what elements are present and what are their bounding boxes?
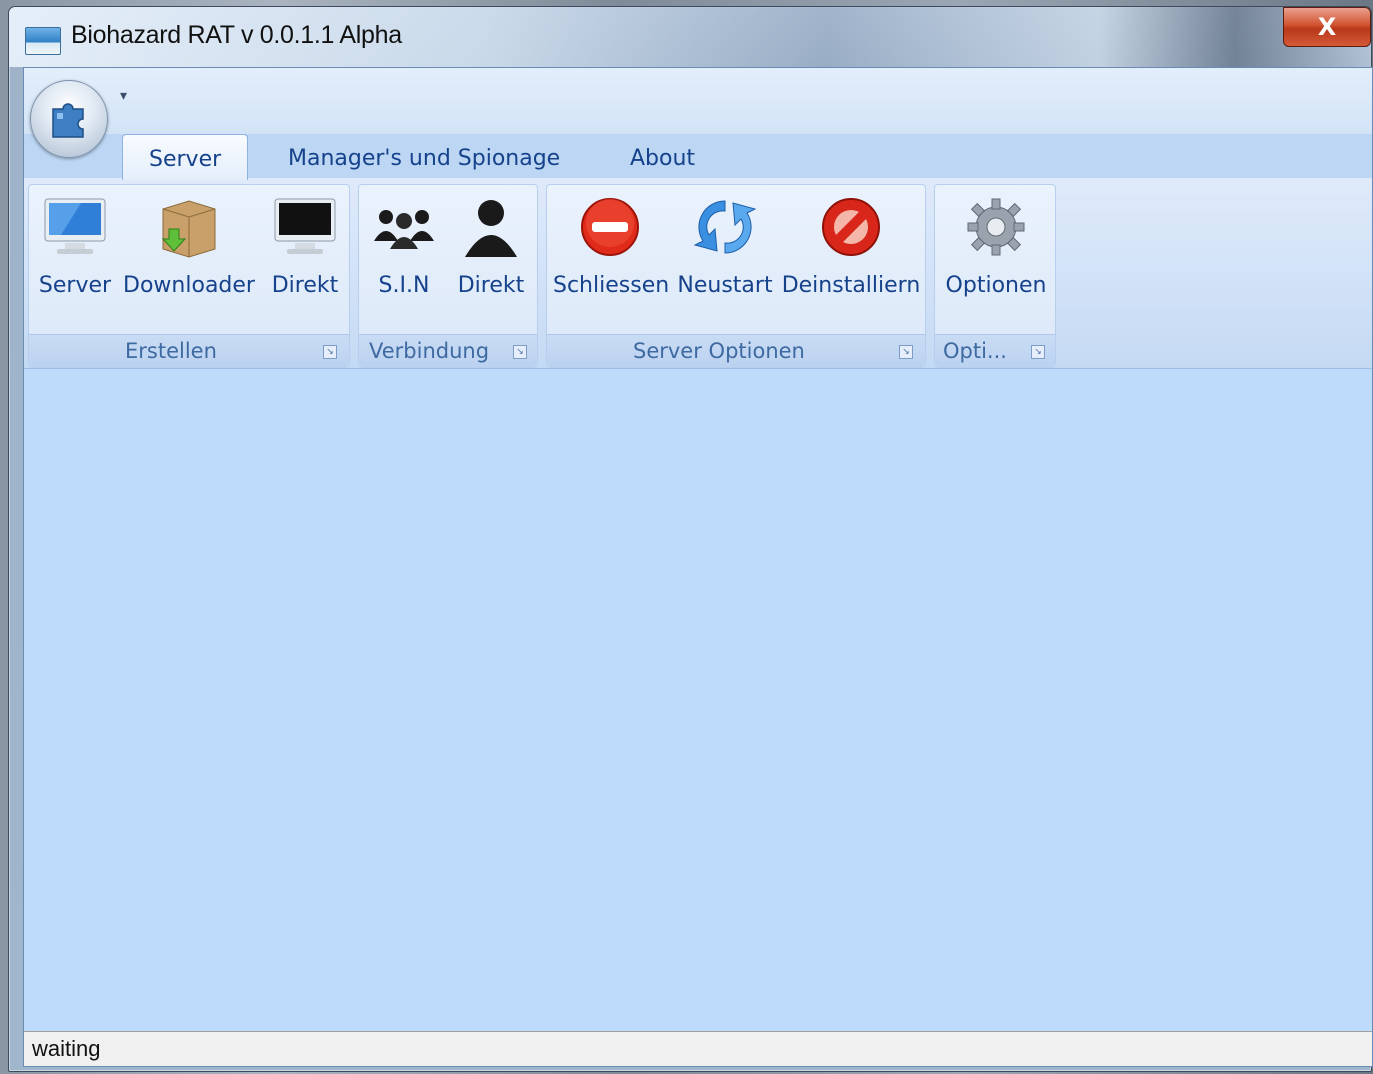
tab-managers-und-spionage[interactable]: Manager's und Spionage <box>262 134 586 178</box>
status-text: waiting <box>32 1036 101 1061</box>
server-button[interactable]: Server <box>35 185 115 333</box>
group-optionen: Optionen Opti... ↘ <box>934 184 1056 368</box>
quick-access-dropdown-icon[interactable]: ▾ <box>120 88 127 104</box>
direkt-create-button[interactable]: Direkt <box>265 185 345 333</box>
verbindung-dialog-launcher-icon[interactable]: ↘ <box>513 345 527 359</box>
users-group-icon <box>374 210 434 249</box>
ribbon-panel: Server Downloader Direkt Erstellen ↘ S.I… <box>24 178 1372 369</box>
direkt-connect-button-label: Direkt <box>457 273 525 298</box>
server-optionen-dialog-launcher-icon[interactable]: ↘ <box>899 345 913 359</box>
neustart-button-label: Neustart <box>677 273 773 298</box>
neustart-button[interactable]: Neustart <box>675 185 775 333</box>
app-icon <box>25 27 61 55</box>
user-icon <box>465 200 517 257</box>
gear-icon <box>967 198 1025 256</box>
forbidden-icon <box>822 198 880 256</box>
sin-button[interactable]: S.I.N <box>363 185 445 333</box>
puzzle-icon <box>52 103 84 138</box>
application-menu-button[interactable] <box>30 80 108 158</box>
status-bar: waiting <box>24 1031 1372 1066</box>
client-area: ▾ Server Manager's und Spionage About Se… <box>23 67 1373 1067</box>
deinstalliern-button[interactable]: Deinstalliern <box>781 185 921 333</box>
refresh-icon <box>693 200 757 254</box>
optionen-button-label: Optionen <box>945 273 1047 298</box>
deinstalliern-button-label: Deinstalliern <box>781 273 921 298</box>
group-server-optionen-footer: Server Optionen ↘ <box>547 334 925 367</box>
monitor-icon <box>44 198 106 254</box>
ribbon-tabs: Server Manager's und Spionage About <box>24 134 1372 180</box>
server-button-label: Server <box>38 273 112 298</box>
downloader-button[interactable]: Downloader <box>121 185 257 333</box>
sin-button-label: S.I.N <box>378 273 430 298</box>
main-window: Biohazard RAT v 0.0.1.1 Alpha X ▾ Server… <box>8 6 1373 1072</box>
group-erstellen-footer: Erstellen ↘ <box>29 334 349 367</box>
package-download-icon <box>161 200 216 258</box>
tab-about[interactable]: About <box>604 134 721 178</box>
workspace-area <box>24 369 1372 1032</box>
direkt-connect-button[interactable]: Direkt <box>451 185 531 333</box>
group-optionen-label: Opti... <box>943 339 1007 363</box>
dark-monitor-icon <box>274 198 336 254</box>
downloader-button-label: Downloader <box>123 273 255 298</box>
title-bar[interactable]: Biohazard RAT v 0.0.1.1 Alpha X <box>9 7 1371 67</box>
group-erstellen-label: Erstellen <box>125 339 217 363</box>
quick-access-toolbar: ▾ <box>24 68 1372 134</box>
group-server-optionen: Schliessen Neustart Deinstalliern Server… <box>546 184 926 368</box>
stop-icon <box>581 198 639 256</box>
group-verbindung: S.I.N Direkt Verbindung ↘ <box>358 184 538 368</box>
group-verbindung-footer: Verbindung ↘ <box>359 334 537 367</box>
erstellen-dialog-launcher-icon[interactable]: ↘ <box>323 345 337 359</box>
group-verbindung-label: Verbindung <box>369 339 490 363</box>
optionen-dialog-launcher-icon[interactable]: ↘ <box>1031 345 1045 359</box>
group-server-optionen-label: Server Optionen <box>633 339 805 363</box>
schliessen-button[interactable]: Schliessen <box>553 185 670 333</box>
optionen-button[interactable]: Optionen <box>941 185 1051 333</box>
group-optionen-footer: Opti... ↘ <box>935 334 1055 367</box>
close-button[interactable]: X <box>1283 7 1371 47</box>
group-erstellen: Server Downloader Direkt Erstellen ↘ <box>28 184 350 368</box>
tab-server[interactable]: Server <box>122 134 249 180</box>
direkt-create-button-label: Direkt <box>271 273 339 298</box>
schliessen-button-label: Schliessen <box>553 273 670 298</box>
window-title: Biohazard RAT v 0.0.1.1 Alpha <box>71 21 402 49</box>
